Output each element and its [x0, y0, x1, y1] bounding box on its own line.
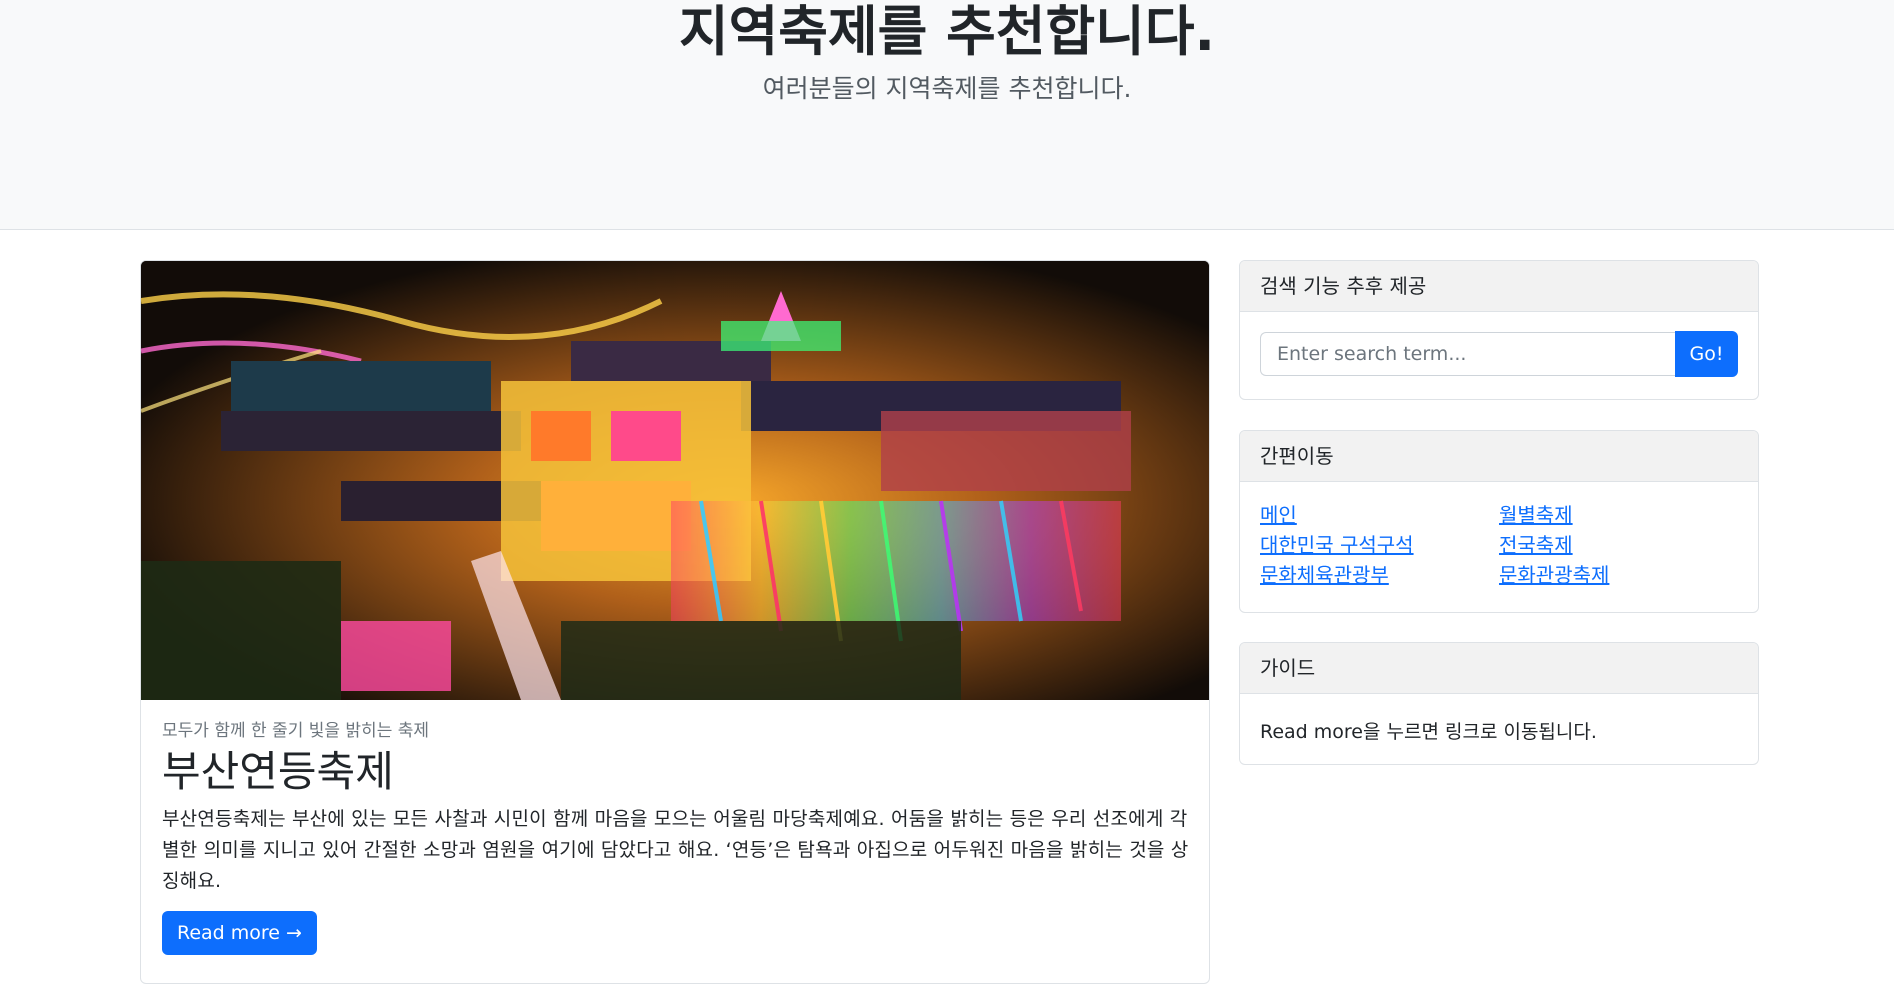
- list-item: 문화관광축제: [1499, 560, 1738, 590]
- link-national-festival[interactable]: 전국축제: [1499, 533, 1573, 557]
- page-subtitle: 여러분들의 지역축제를 추천합니다.: [762, 74, 1132, 103]
- search-widget-header: 검색 기능 추후 제공: [1240, 261, 1758, 312]
- page-title: 지역축제를 추천합니다.: [678, 0, 1216, 63]
- guide-widget-body: Read more을 누르면 링크로 이동됩니다.: [1240, 694, 1758, 764]
- guide-text: Read more을 누르면 링크로 이동됩니다.: [1260, 721, 1597, 743]
- featured-post-body: 모두가 함께 한 줄기 빛을 밝히는 축제 부산연등축제 부산연등축제는 부산에…: [162, 720, 1192, 955]
- list-item: 대한민국 구석구석: [1260, 530, 1499, 560]
- search-widget-body: Go!: [1240, 312, 1758, 397]
- list-item: 월별축제: [1499, 500, 1738, 530]
- post-subtitle: 모두가 함께 한 줄기 빛을 밝히는 축제: [162, 721, 430, 741]
- categories-widget-body: 메인 대한민국 구석구석 문화체육관광부 월별축제 전국축제 문화관광축제: [1240, 482, 1758, 610]
- list-item: 메인: [1260, 500, 1499, 530]
- search-widget: 검색 기능 추후 제공 Go!: [1239, 260, 1759, 400]
- search-row: Go!: [1260, 331, 1738, 377]
- categories-widget: 간편이동 메인 대한민국 구석구석 문화체육관광부 월별축제 전국축제 문화관광…: [1239, 430, 1759, 613]
- festival-night-photo-icon: [141, 261, 1209, 700]
- guide-widget: 가이드 Read more을 누르면 링크로 이동됩니다.: [1239, 642, 1759, 765]
- link-monthly-festival[interactable]: 월별축제: [1499, 503, 1573, 527]
- featured-post-card: 모두가 함께 한 줄기 빛을 밝히는 축제 부산연등축제 부산연등축제는 부산에…: [140, 260, 1210, 984]
- post-title: 부산연등축제: [162, 747, 394, 796]
- guide-widget-header: 가이드: [1240, 643, 1758, 694]
- link-main[interactable]: 메인: [1260, 503, 1297, 527]
- read-more-button[interactable]: Read more →: [162, 911, 317, 955]
- list-item: 문화체육관광부: [1260, 560, 1499, 590]
- featured-post-image[interactable]: [141, 261, 1209, 700]
- links-column-right: 월별축제 전국축제 문화관광축제: [1499, 500, 1738, 590]
- link-culture-tourism-festival[interactable]: 문화관광축제: [1499, 563, 1609, 587]
- link-ministry-culture[interactable]: 문화체육관광부: [1260, 563, 1389, 587]
- search-input[interactable]: [1260, 332, 1675, 376]
- list-item: 전국축제: [1499, 530, 1738, 560]
- post-description: 부산연등축제는 부산에 있는 모든 사찰과 시민이 함께 마음을 모으는 어울림…: [162, 808, 1189, 892]
- links-column-left: 메인 대한민국 구석구석 문화체육관광부: [1260, 500, 1499, 590]
- categories-widget-header: 간편이동: [1240, 431, 1758, 482]
- search-button[interactable]: Go!: [1675, 331, 1738, 377]
- links-grid: 메인 대한민국 구석구석 문화체육관광부 월별축제 전국축제 문화관광축제: [1260, 500, 1738, 590]
- link-korea-travel[interactable]: 대한민국 구석구석: [1260, 533, 1414, 557]
- page-header: 지역축제를 추천합니다. 여러분들의 지역축제를 추천합니다.: [0, 0, 1894, 230]
